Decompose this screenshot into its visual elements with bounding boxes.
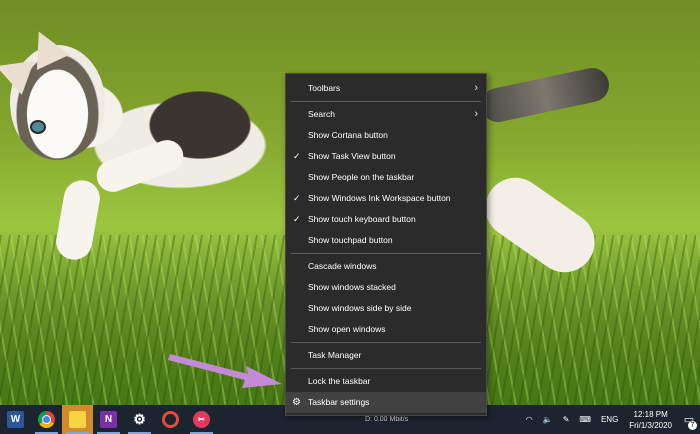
settings-icon: ⚙	[133, 411, 146, 427]
menu-separator	[291, 342, 481, 343]
menu-item-toolbars[interactable]: Toolbars ›	[286, 78, 486, 99]
menu-item-search[interactable]: Search ›	[286, 104, 486, 125]
menu-item-label: Show Cortana button	[308, 130, 388, 140]
clock-time: 12:18 PM	[633, 409, 668, 419]
word-icon: W	[7, 411, 24, 428]
menu-item-label: Show windows stacked	[308, 282, 396, 292]
taskbar-app-onenote[interactable]: N	[93, 405, 124, 434]
checkmark-icon: ✓	[293, 214, 301, 224]
volume-icon[interactable]: 🔈	[538, 415, 558, 424]
menu-item-task-manager[interactable]: Task Manager	[286, 345, 486, 366]
menu-item-label: Toolbars	[308, 83, 341, 93]
wifi-icon[interactable]: ◠	[521, 415, 538, 424]
taskbar-app-photos[interactable]	[155, 405, 186, 434]
onenote-icon: N	[100, 411, 117, 428]
menu-item-label: Taskbar settings	[308, 397, 370, 407]
taskbar-app-chrome[interactable]	[31, 405, 62, 434]
menu-item-show-desktop[interactable]: Show open windows	[286, 319, 486, 340]
menu-item-label: Show touch keyboard button	[308, 214, 416, 224]
pointer-arrow	[168, 354, 282, 388]
touch-keyboard-icon[interactable]: ⌨	[574, 415, 596, 424]
language-indicator[interactable]: ENG	[596, 415, 623, 424]
menu-item-label: Cascade windows	[308, 261, 377, 271]
taskbar-app-extra[interactable]: ✂	[186, 405, 217, 434]
menu-item-show-cortana[interactable]: Show Cortana button	[286, 125, 486, 146]
taskbar-app-sticky-notes[interactable]	[62, 405, 93, 434]
action-center-button[interactable]: ▭ 7	[678, 405, 700, 434]
menu-item-show-ink-workspace[interactable]: ✓ Show Windows Ink Workspace button	[286, 188, 486, 209]
chrome-icon	[38, 411, 55, 428]
menu-item-label: Show People on the taskbar	[308, 172, 415, 182]
menu-item-lock-taskbar[interactable]: Lock the taskbar	[286, 371, 486, 392]
menu-separator	[291, 253, 481, 254]
clock[interactable]: 12:18 PM Fri/1/3/2020	[623, 409, 678, 431]
photos-icon	[162, 411, 179, 428]
checkmark-icon: ✓	[293, 193, 301, 203]
menu-item-show-people[interactable]: Show People on the taskbar	[286, 167, 486, 188]
menu-item-label: Search	[308, 109, 335, 119]
menu-item-label: Show Task View button	[308, 151, 396, 161]
menu-item-label: Task Manager	[308, 350, 362, 360]
taskbar-app-settings[interactable]: ⚙	[124, 405, 155, 434]
taskbar-context-menu: Toolbars › Search › Show Cortana button …	[285, 73, 487, 416]
menu-item-show-touch-keyboard[interactable]: ✓ Show touch keyboard button	[286, 209, 486, 230]
taskbar-app-word[interactable]: W	[0, 405, 31, 434]
menu-item-side-by-side[interactable]: Show windows side by side	[286, 298, 486, 319]
menu-item-label: Show windows side by side	[308, 303, 412, 313]
menu-item-label: Show open windows	[308, 324, 386, 334]
menu-item-show-touchpad[interactable]: Show touchpad button	[286, 230, 486, 251]
checkmark-icon: ✓	[293, 151, 301, 161]
menu-item-label: Lock the taskbar	[308, 376, 371, 386]
kitten-eye	[30, 120, 46, 134]
menu-item-label: Show Windows Ink Workspace button	[308, 193, 451, 203]
kitten-tail	[477, 64, 613, 126]
clock-date: Fri/1/3/2020	[629, 420, 672, 430]
sticky-notes-icon	[69, 411, 86, 428]
system-tray: ◠ 🔈 ✎ ⌨ ENG 12:18 PM Fri/1/3/2020 ▭ 7	[521, 405, 700, 434]
pen-icon[interactable]: ✎	[558, 415, 575, 424]
menu-separator	[291, 368, 481, 369]
chevron-right-icon: ›	[474, 82, 478, 94]
gear-icon: ⚙	[292, 397, 301, 408]
app-icon: ✂	[193, 411, 210, 428]
menu-item-show-task-view[interactable]: ✓ Show Task View button	[286, 146, 486, 167]
chevron-right-icon: ›	[474, 108, 478, 120]
notification-count: 7	[688, 421, 697, 430]
menu-item-cascade[interactable]: Cascade windows	[286, 256, 486, 277]
menu-item-stacked[interactable]: Show windows stacked	[286, 277, 486, 298]
menu-item-label: Show touchpad button	[308, 235, 393, 245]
menu-separator	[291, 101, 481, 102]
menu-item-taskbar-settings[interactable]: ⚙ Taskbar settings	[286, 392, 486, 413]
